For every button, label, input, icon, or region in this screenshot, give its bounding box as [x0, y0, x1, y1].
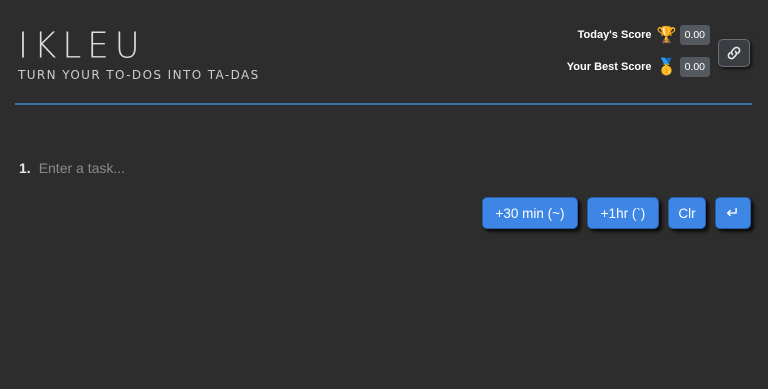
today-score-row: Today's Score 🏆 0.00 [567, 22, 710, 48]
best-score-label: Your Best Score [566, 61, 652, 73]
best-score-row: Your Best Score 🥇 0.00 [567, 54, 710, 80]
app-root: IKLEU TURN YOUR TO-DOS INTO TA-DAS Today… [0, 0, 768, 389]
app-tagline: TURN YOUR TO-DOS INTO TA-DAS [18, 68, 260, 82]
action-bar: +30 min (~) +1hr (`) Clr ↵ [482, 197, 751, 229]
add-30-min-button[interactable]: +30 min (~) [482, 197, 578, 229]
best-score-value: 0.00 [679, 57, 710, 77]
app-logo: IKLEU [18, 25, 146, 67]
today-score-label: Today's Score [577, 29, 652, 41]
clear-button[interactable]: Clr [668, 197, 706, 229]
score-panel: Today's Score 🏆 0.00 Your Best Score 🥇 0… [567, 22, 710, 86]
enter-button[interactable]: ↵ [715, 197, 751, 229]
link-icon [727, 46, 741, 60]
task-input[interactable] [38, 158, 750, 178]
task-row: 1. [19, 158, 750, 178]
medal-icon: 🥇 [656, 59, 677, 76]
header-divider [15, 103, 752, 105]
brand: IKLEU TURN YOUR TO-DOS INTO TA-DAS [18, 25, 260, 82]
trophy-icon: 🏆 [656, 27, 677, 44]
today-score-value: 0.00 [679, 25, 710, 45]
share-link-button[interactable] [718, 39, 750, 67]
task-number: 1. [19, 160, 31, 176]
add-1-hour-button[interactable]: +1hr (`) [587, 197, 659, 229]
